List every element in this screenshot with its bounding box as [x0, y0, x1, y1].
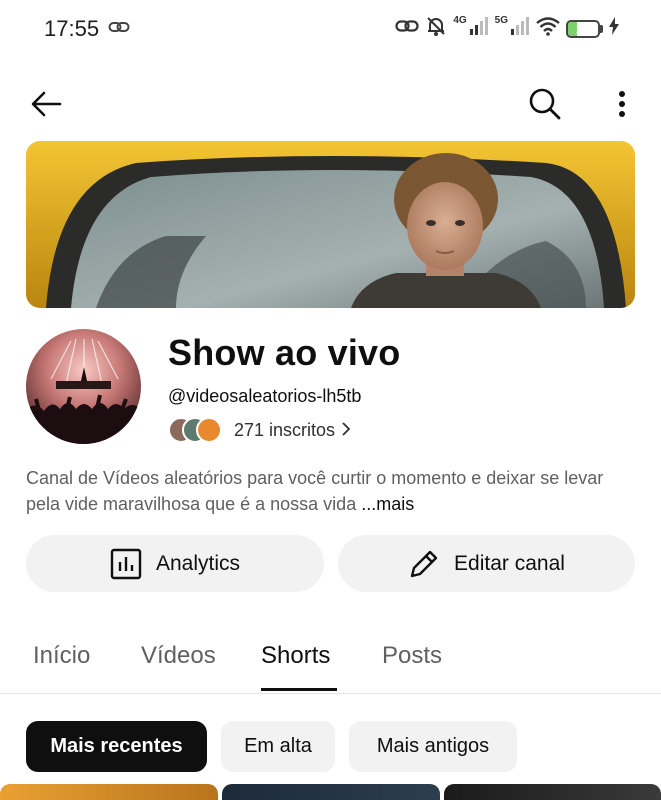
- battery-icon: 10: [566, 19, 603, 38]
- analytics-button[interactable]: Analytics: [26, 535, 324, 592]
- tab-videos[interactable]: Vídeos: [141, 642, 216, 670]
- channel-tabs: Início Vídeos Shorts Posts: [0, 628, 661, 694]
- short-thumbnail[interactable]: [0, 784, 218, 800]
- edit-channel-label: Editar canal: [454, 551, 565, 575]
- analytics-icon: [110, 548, 142, 579]
- banner-image: [26, 141, 635, 308]
- status-icons: 4G 5G 10: [395, 15, 619, 42]
- top-app-bar: [0, 80, 661, 126]
- chip-mais-recentes[interactable]: Mais recentes: [26, 721, 207, 772]
- tab-posts[interactable]: Posts: [382, 642, 442, 670]
- pencil-icon: [410, 550, 438, 577]
- description-text: Canal de Vídeos aleatórios para você cur…: [26, 468, 604, 514]
- search-button[interactable]: [524, 84, 566, 124]
- tab-shorts[interactable]: Shorts: [261, 642, 330, 670]
- search-icon: [529, 88, 561, 120]
- link-icon: [108, 20, 130, 39]
- active-tab-indicator: [261, 688, 337, 691]
- edit-channel-button[interactable]: Editar canal: [338, 535, 635, 592]
- bell-muted-icon: [425, 15, 447, 42]
- link-icon: [395, 18, 419, 39]
- shorts-grid: [0, 784, 661, 800]
- avatar-image: [26, 329, 141, 444]
- network-5g-label: 5G: [494, 15, 508, 26]
- channel-banner[interactable]: [26, 141, 635, 308]
- channel-name: Show ao vivo: [168, 332, 401, 373]
- description-more-link[interactable]: ...mais: [361, 494, 414, 514]
- wifi-icon: [536, 16, 560, 41]
- signal-icon: [510, 16, 530, 41]
- analytics-label: Analytics: [155, 551, 241, 575]
- chevron-right-icon: [341, 420, 351, 441]
- short-thumbnail[interactable]: [222, 784, 440, 800]
- chip-mais-antigos[interactable]: Mais antigos: [349, 721, 517, 772]
- back-button[interactable]: [26, 84, 66, 124]
- tab-inicio[interactable]: Início: [33, 642, 90, 670]
- signal-icon: [469, 16, 489, 41]
- channel-handle: @videosaleatorios-lh5tb: [168, 386, 362, 406]
- network-4g-label: 4G: [453, 15, 467, 26]
- more-vertical-icon: [619, 91, 625, 117]
- more-options-button[interactable]: [606, 84, 638, 124]
- status-time: 17:55: [44, 16, 100, 41]
- channel-description[interactable]: Canal de Vídeos aleatórios para você cur…: [26, 465, 638, 517]
- subscriber-avatar: [196, 417, 222, 443]
- charging-icon: [609, 17, 619, 40]
- chip-em-alta[interactable]: Em alta: [221, 721, 335, 772]
- subscriber-count: 271 inscritos: [234, 419, 336, 440]
- arrow-left-icon: [31, 91, 62, 117]
- channel-avatar[interactable]: [26, 329, 141, 444]
- subscriber-avatars: [168, 417, 226, 443]
- status-bar: 17:55 4G 5G 10: [0, 0, 661, 58]
- battery-level: 10: [575, 21, 591, 36]
- short-thumbnail[interactable]: [444, 784, 661, 800]
- subscribers-row[interactable]: 271 inscritos: [168, 416, 351, 444]
